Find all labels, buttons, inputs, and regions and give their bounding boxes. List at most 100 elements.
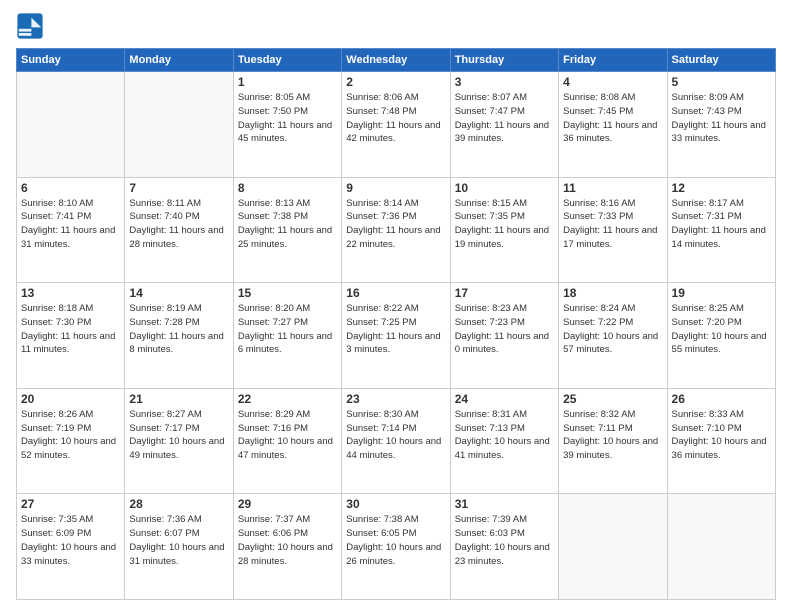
day-info: Sunrise: 8:22 AM Sunset: 7:25 PM Dayligh…	[346, 302, 445, 357]
day-number: 13	[21, 286, 120, 300]
calendar-cell: 7 Sunrise: 8:11 AM Sunset: 7:40 PM Daylig…	[125, 177, 233, 283]
logo-icon	[16, 12, 44, 40]
day-info: Sunrise: 8:29 AM Sunset: 7:16 PM Dayligh…	[238, 408, 337, 463]
calendar-cell: 4 Sunrise: 8:08 AM Sunset: 7:45 PM Daylig…	[559, 72, 667, 178]
calendar-cell: 16 Sunrise: 8:22 AM Sunset: 7:25 PM Dayli…	[342, 283, 450, 389]
day-number: 21	[129, 392, 228, 406]
day-number: 26	[672, 392, 771, 406]
day-number: 25	[563, 392, 662, 406]
day-info: Sunrise: 8:30 AM Sunset: 7:14 PM Dayligh…	[346, 408, 445, 463]
day-number: 24	[455, 392, 554, 406]
day-number: 16	[346, 286, 445, 300]
weekday-header-friday: Friday	[559, 49, 667, 72]
day-info: Sunrise: 7:35 AM Sunset: 6:09 PM Dayligh…	[21, 513, 120, 568]
day-info: Sunrise: 7:37 AM Sunset: 6:06 PM Dayligh…	[238, 513, 337, 568]
calendar-cell: 11 Sunrise: 8:16 AM Sunset: 7:33 PM Dayli…	[559, 177, 667, 283]
day-number: 9	[346, 181, 445, 195]
day-info: Sunrise: 8:23 AM Sunset: 7:23 PM Dayligh…	[455, 302, 554, 357]
day-number: 4	[563, 75, 662, 89]
day-info: Sunrise: 8:16 AM Sunset: 7:33 PM Dayligh…	[563, 197, 662, 252]
weekday-header-wednesday: Wednesday	[342, 49, 450, 72]
day-number: 31	[455, 497, 554, 511]
week-row-0: 1 Sunrise: 8:05 AM Sunset: 7:50 PM Daylig…	[17, 72, 776, 178]
calendar-cell: 13 Sunrise: 8:18 AM Sunset: 7:30 PM Dayli…	[17, 283, 125, 389]
day-info: Sunrise: 7:38 AM Sunset: 6:05 PM Dayligh…	[346, 513, 445, 568]
calendar-cell: 23 Sunrise: 8:30 AM Sunset: 7:14 PM Dayli…	[342, 388, 450, 494]
calendar-cell: 25 Sunrise: 8:32 AM Sunset: 7:11 PM Dayli…	[559, 388, 667, 494]
calendar-cell: 12 Sunrise: 8:17 AM Sunset: 7:31 PM Dayli…	[667, 177, 775, 283]
weekday-header-thursday: Thursday	[450, 49, 558, 72]
weekday-header-sunday: Sunday	[17, 49, 125, 72]
day-info: Sunrise: 8:09 AM Sunset: 7:43 PM Dayligh…	[672, 91, 771, 146]
day-number: 3	[455, 75, 554, 89]
calendar-cell: 14 Sunrise: 8:19 AM Sunset: 7:28 PM Dayli…	[125, 283, 233, 389]
weekday-header-monday: Monday	[125, 49, 233, 72]
day-info: Sunrise: 7:36 AM Sunset: 6:07 PM Dayligh…	[129, 513, 228, 568]
day-number: 8	[238, 181, 337, 195]
day-info: Sunrise: 8:15 AM Sunset: 7:35 PM Dayligh…	[455, 197, 554, 252]
calendar-cell	[667, 494, 775, 600]
calendar-cell: 21 Sunrise: 8:27 AM Sunset: 7:17 PM Dayli…	[125, 388, 233, 494]
calendar-cell: 8 Sunrise: 8:13 AM Sunset: 7:38 PM Daylig…	[233, 177, 341, 283]
day-info: Sunrise: 8:31 AM Sunset: 7:13 PM Dayligh…	[455, 408, 554, 463]
weekday-header-saturday: Saturday	[667, 49, 775, 72]
day-info: Sunrise: 8:08 AM Sunset: 7:45 PM Dayligh…	[563, 91, 662, 146]
calendar-cell: 10 Sunrise: 8:15 AM Sunset: 7:35 PM Dayli…	[450, 177, 558, 283]
calendar-table: SundayMondayTuesdayWednesdayThursdayFrid…	[16, 48, 776, 600]
day-number: 5	[672, 75, 771, 89]
calendar-cell: 28 Sunrise: 7:36 AM Sunset: 6:07 PM Dayli…	[125, 494, 233, 600]
calendar-cell: 18Sunrise: 8:24 AM Sunset: 7:22 PM Dayli…	[559, 283, 667, 389]
day-number: 10	[455, 181, 554, 195]
day-number: 11	[563, 181, 662, 195]
day-info: Sunrise: 8:10 AM Sunset: 7:41 PM Dayligh…	[21, 197, 120, 252]
calendar-cell: 15Sunrise: 8:20 AM Sunset: 7:27 PM Dayli…	[233, 283, 341, 389]
calendar-body: 1 Sunrise: 8:05 AM Sunset: 7:50 PM Daylig…	[17, 72, 776, 600]
calendar-cell: 6Sunrise: 8:10 AM Sunset: 7:41 PM Daylig…	[17, 177, 125, 283]
week-row-3: 20 Sunrise: 8:26 AM Sunset: 7:19 PM Dayli…	[17, 388, 776, 494]
day-info: Sunrise: 8:26 AM Sunset: 7:19 PM Dayligh…	[21, 408, 120, 463]
calendar-cell	[17, 72, 125, 178]
calendar-cell	[559, 494, 667, 600]
calendar-cell: 30 Sunrise: 7:38 AM Sunset: 6:05 PM Dayli…	[342, 494, 450, 600]
day-info: Sunrise: 8:06 AM Sunset: 7:48 PM Dayligh…	[346, 91, 445, 146]
day-info: Sunrise: 8:17 AM Sunset: 7:31 PM Dayligh…	[672, 197, 771, 252]
day-number: 20	[21, 392, 120, 406]
day-number: 1	[238, 75, 337, 89]
calendar-cell: 29 Sunrise: 7:37 AM Sunset: 6:06 PM Dayli…	[233, 494, 341, 600]
week-row-2: 13 Sunrise: 8:18 AM Sunset: 7:30 PM Dayli…	[17, 283, 776, 389]
day-info: Sunrise: 8:18 AM Sunset: 7:30 PM Dayligh…	[21, 302, 120, 357]
day-info: Sunrise: 8:14 AM Sunset: 7:36 PM Dayligh…	[346, 197, 445, 252]
day-number: 23	[346, 392, 445, 406]
calendar-cell: 20 Sunrise: 8:26 AM Sunset: 7:19 PM Dayli…	[17, 388, 125, 494]
day-number: 15	[238, 286, 337, 300]
calendar-cell: 9 Sunrise: 8:14 AM Sunset: 7:36 PM Daylig…	[342, 177, 450, 283]
day-number: 7	[129, 181, 228, 195]
day-info: Sunrise: 8:11 AM Sunset: 7:40 PM Dayligh…	[129, 197, 228, 252]
calendar-cell	[125, 72, 233, 178]
day-number: 30	[346, 497, 445, 511]
calendar-cell: 19 Sunrise: 8:25 AM Sunset: 7:20 PM Dayli…	[667, 283, 775, 389]
day-number: 19	[672, 286, 771, 300]
logo	[16, 12, 48, 40]
day-info: Sunrise: 8:32 AM Sunset: 7:11 PM Dayligh…	[563, 408, 662, 463]
day-number: 14	[129, 286, 228, 300]
calendar-cell: 2Sunrise: 8:06 AM Sunset: 7:48 PM Daylig…	[342, 72, 450, 178]
day-number: 12	[672, 181, 771, 195]
day-number: 27	[21, 497, 120, 511]
day-number: 29	[238, 497, 337, 511]
day-info: Sunrise: 8:07 AM Sunset: 7:47 PM Dayligh…	[455, 91, 554, 146]
week-row-1: 6Sunrise: 8:10 AM Sunset: 7:41 PM Daylig…	[17, 177, 776, 283]
day-info: Sunrise: 8:27 AM Sunset: 7:17 PM Dayligh…	[129, 408, 228, 463]
day-info: Sunrise: 8:05 AM Sunset: 7:50 PM Dayligh…	[238, 91, 337, 146]
page: SundayMondayTuesdayWednesdayThursdayFrid…	[0, 0, 792, 612]
calendar-cell: 1 Sunrise: 8:05 AM Sunset: 7:50 PM Daylig…	[233, 72, 341, 178]
day-info: Sunrise: 8:24 AM Sunset: 7:22 PM Dayligh…	[563, 302, 662, 357]
week-row-4: 27 Sunrise: 7:35 AM Sunset: 6:09 PM Dayli…	[17, 494, 776, 600]
calendar-cell: 5 Sunrise: 8:09 AM Sunset: 7:43 PM Daylig…	[667, 72, 775, 178]
day-info: Sunrise: 8:13 AM Sunset: 7:38 PM Dayligh…	[238, 197, 337, 252]
day-info: Sunrise: 8:33 AM Sunset: 7:10 PM Dayligh…	[672, 408, 771, 463]
day-info: Sunrise: 8:25 AM Sunset: 7:20 PM Dayligh…	[672, 302, 771, 357]
calendar-cell: 17Sunrise: 8:23 AM Sunset: 7:23 PM Dayli…	[450, 283, 558, 389]
day-info: Sunrise: 8:19 AM Sunset: 7:28 PM Dayligh…	[129, 302, 228, 357]
day-number: 28	[129, 497, 228, 511]
